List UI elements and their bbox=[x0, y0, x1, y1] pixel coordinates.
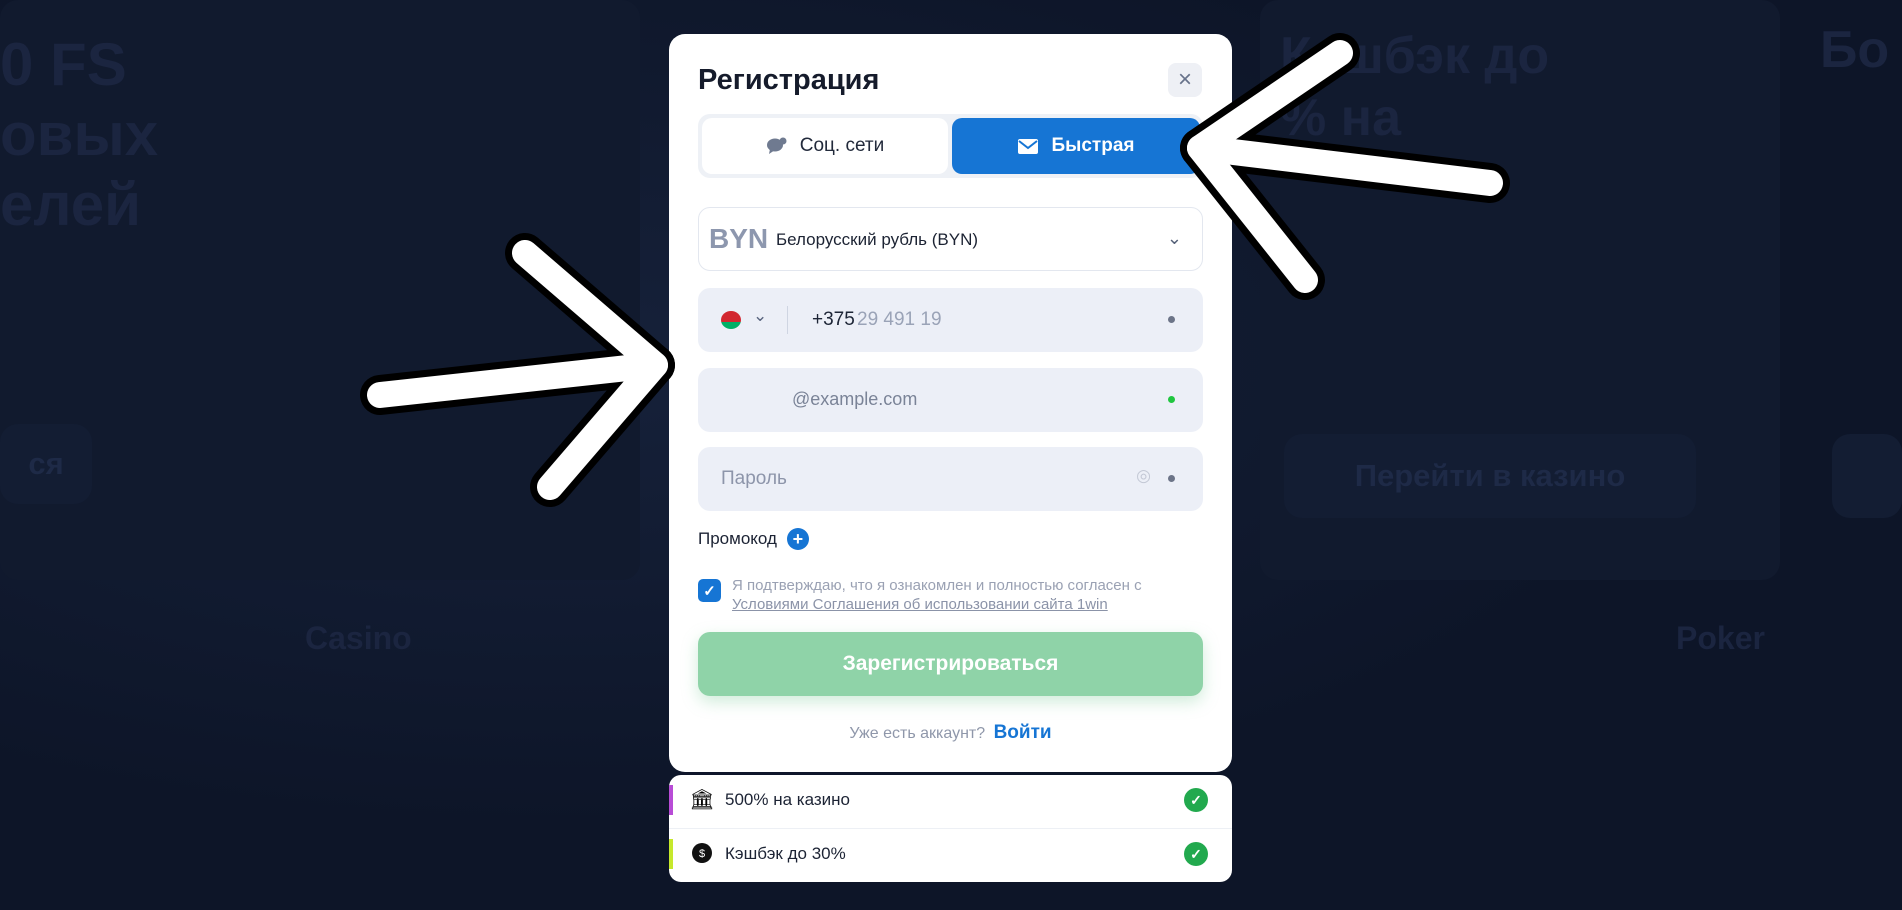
terms-link[interactable]: Условиями Соглашения об использовании са… bbox=[732, 596, 1108, 613]
bonus-label: 500% на казино bbox=[725, 790, 850, 809]
eye-icon[interactable]: ◎ bbox=[1136, 466, 1151, 486]
password-field[interactable]: Пароль ◎ bbox=[698, 447, 1203, 511]
phone-country-code: +375 bbox=[812, 309, 855, 330]
currency-name: Белорусский рубль (BYN) bbox=[776, 230, 979, 249]
bonus-accent-bar bbox=[669, 785, 673, 815]
bonus-panel: 🏛 500% на казино ✓ $ Кэшбэк до 30% ✓ bbox=[669, 775, 1232, 882]
modal-title: Регистрация bbox=[698, 64, 880, 96]
poker-card-title: Poker bbox=[1676, 620, 1765, 656]
currency-code: BYN bbox=[709, 223, 769, 254]
bonus-item: 🏛 500% на казино ✓ bbox=[669, 775, 1232, 825]
email-input[interactable]: @example.com bbox=[792, 389, 917, 410]
banner-left-heading: 0 FS овых елей bbox=[0, 31, 159, 238]
register-button[interactable]: Зарегистрироваться bbox=[698, 632, 1203, 696]
tab-fast[interactable]: Быстрая bbox=[952, 118, 1200, 174]
bonus-item: $ Кэшбэк до 30% ✓ bbox=[669, 829, 1232, 879]
banner-far-right-heading: Бо bbox=[1820, 21, 1890, 79]
tab-social-networks[interactable]: Соц. сети bbox=[702, 118, 948, 174]
registration-modal: Регистрация × Соц. сети Быстрая BYN Бело… bbox=[669, 34, 1232, 772]
login-row: Уже есть аккаунт? Войти bbox=[669, 722, 1232, 744]
bonus-label: Кэшбэк до 30% bbox=[725, 844, 846, 863]
email-field[interactable]: @example.com bbox=[698, 368, 1203, 432]
arrow-annotation-right-icon bbox=[1180, 33, 1510, 300]
agreement-checkbox[interactable]: ✓ bbox=[698, 579, 721, 602]
mail-icon bbox=[1018, 138, 1039, 154]
cashback-icon: $ bbox=[690, 841, 714, 865]
arrow-annotation-left-icon bbox=[360, 233, 675, 507]
email-valid-dot bbox=[1168, 396, 1175, 403]
phone-number-input[interactable]: 29 491 19 bbox=[857, 309, 942, 331]
password-input[interactable]: Пароль bbox=[721, 468, 787, 490]
check-badge-icon: ✓ bbox=[1184, 788, 1208, 812]
go-to-casino-button[interactable]: Перейти в казино bbox=[1284, 434, 1696, 518]
divider bbox=[787, 306, 788, 334]
promo-code-label: Промокод bbox=[698, 529, 777, 548]
plus-icon[interactable]: + bbox=[786, 528, 809, 550]
casino-card-title: Casino bbox=[305, 620, 412, 656]
svg-text:$: $ bbox=[699, 848, 705, 860]
phone-field[interactable]: ⌄ +375 29 491 19 bbox=[698, 288, 1203, 352]
registration-tabs: Соц. сети Быстрая bbox=[698, 114, 1203, 178]
promo-code-toggle[interactable]: Промокод + bbox=[698, 528, 809, 550]
password-status-dot bbox=[1168, 475, 1175, 482]
login-link[interactable]: Войти bbox=[994, 722, 1052, 743]
chat-bubble-icon bbox=[766, 137, 787, 154]
chevron-down-icon[interactable]: ⌄ bbox=[753, 306, 767, 326]
bonus-accent-bar bbox=[669, 839, 673, 869]
agreement-text: Я подтверждаю, что я ознакомлен и полнос… bbox=[732, 577, 1142, 613]
tab-fast-label: Быстрая bbox=[1051, 135, 1135, 156]
belarus-flag-icon[interactable] bbox=[721, 311, 741, 329]
currency-select[interactable]: BYN Белорусский рубль (BYN) ⌄ bbox=[698, 207, 1203, 271]
banner-far-right-button[interactable] bbox=[1832, 434, 1902, 518]
check-badge-icon: ✓ bbox=[1184, 842, 1208, 866]
banner-left-button[interactable]: ся bbox=[0, 424, 92, 504]
login-prompt: Уже есть аккаунт? bbox=[849, 725, 986, 742]
tab-social-label: Соц. сети bbox=[799, 135, 885, 156]
casino-icon: 🏛 bbox=[689, 788, 715, 811]
